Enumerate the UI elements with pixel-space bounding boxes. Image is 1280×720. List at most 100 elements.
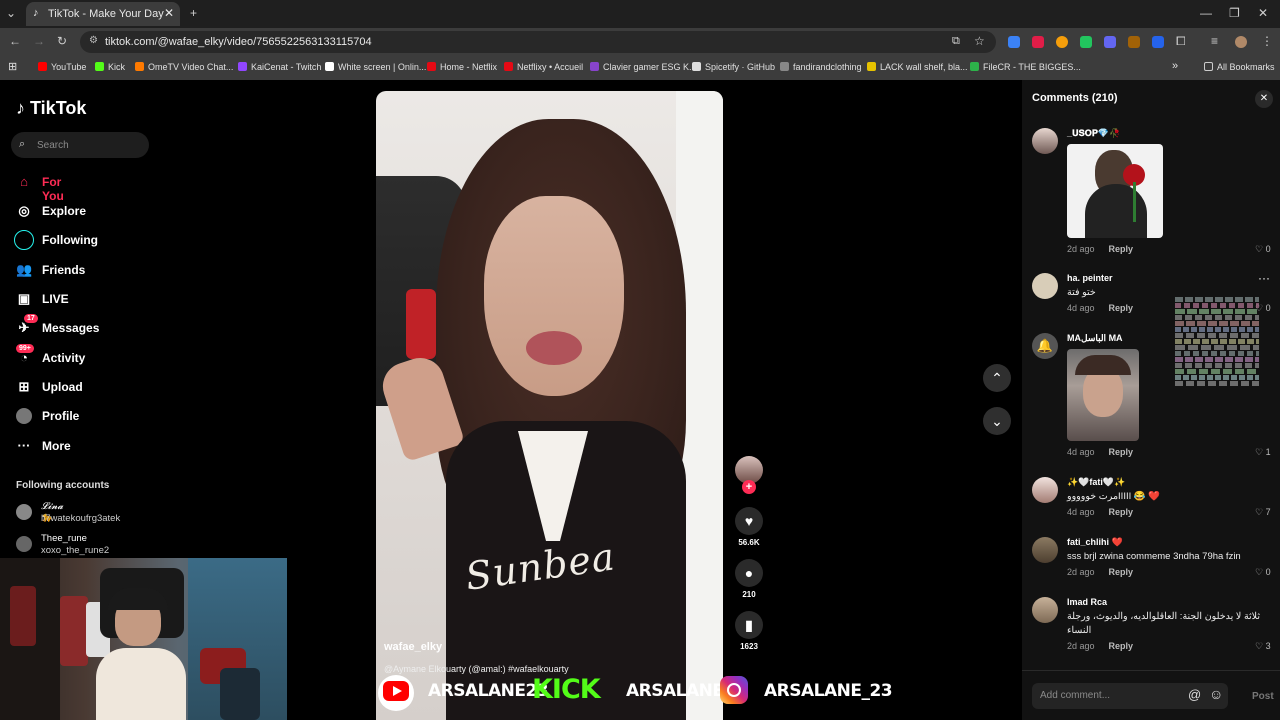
extension-icon[interactable]	[1008, 36, 1020, 48]
extension-icon[interactable]	[1080, 36, 1092, 48]
reply-button[interactable]: Reply	[1109, 244, 1134, 254]
comment-username[interactable]: ✨🤍fati🤍✨	[1067, 477, 1125, 488]
more-bookmarks-icon[interactable]: »	[1172, 60, 1178, 72]
site-info-icon[interactable]: ⚙	[89, 35, 98, 46]
heart-outline-icon: ♡	[1255, 567, 1264, 577]
browser-toolbar: ← → ↻ ⚙ tiktok.com/@wafae_elky/video/756…	[0, 28, 1280, 56]
bookmark-netflix[interactable]: Home - Netflix	[427, 62, 497, 72]
comment-button[interactable]: ● 210	[735, 559, 763, 599]
video-author[interactable]: wafae_elky	[384, 641, 442, 653]
window-close-icon[interactable]: ✕	[1258, 6, 1268, 20]
save-button[interactable]: ▮ 1623	[735, 611, 763, 651]
bookmark-star-icon[interactable]: ☆	[974, 34, 985, 48]
bookmark-white-screen[interactable]: White screen | Onlin...	[325, 62, 426, 72]
comment-like-button[interactable]: ♡ 0	[1255, 244, 1271, 255]
previous-video-button[interactable]: ⌃	[983, 364, 1011, 392]
comment-like-button[interactable]: ♡ 7	[1255, 507, 1271, 518]
avatar[interactable]	[1032, 273, 1058, 299]
tiktok-logo[interactable]: ♪ TikTok	[16, 98, 86, 119]
minimize-icon[interactable]: —	[1200, 6, 1212, 20]
bookmark-filecr[interactable]: FileCR - THE BIGGES...	[970, 62, 1081, 72]
kick-handle: ARSALANE1	[626, 681, 735, 701]
avatar[interactable]	[1032, 537, 1058, 563]
bookmark-lack-shelf[interactable]: LACK wall shelf, bla...	[867, 62, 968, 72]
comment-like-button[interactable]: ♡ 1	[1255, 447, 1271, 458]
stream-social-banner: ARSALANE23 KICK ARSALANE1 ARSALANE_23	[376, 672, 893, 711]
bookmark-youtube[interactable]: YouTube	[38, 62, 86, 72]
new-tab-button[interactable]: +	[190, 6, 197, 20]
bookmark-clavier[interactable]: Clavier gamer ESG K...	[590, 62, 697, 72]
reply-button[interactable]: Reply	[1109, 641, 1134, 651]
heart-outline-icon: ♡	[1255, 507, 1264, 517]
extension-icon[interactable]	[1104, 36, 1116, 48]
back-icon[interactable]: ←	[9, 34, 21, 48]
extension-icon[interactable]	[1152, 36, 1164, 48]
netflixy-favicon-icon	[504, 62, 513, 71]
tab-close-icon[interactable]: ✕	[164, 6, 174, 20]
reply-button[interactable]: Reply	[1109, 303, 1134, 313]
avatar[interactable]	[1032, 597, 1058, 623]
address-bar[interactable]: ⚙ tiktok.com/@wafae_elky/video/756552256…	[80, 31, 996, 53]
reply-button[interactable]: Reply	[1109, 447, 1134, 457]
like-button[interactable]: ♥ 56.6K	[735, 507, 763, 547]
avatar[interactable]	[1032, 477, 1058, 503]
install-app-icon[interactable]: ⧉	[952, 35, 960, 48]
author-avatar-button[interactable]: +	[735, 456, 763, 494]
reply-button[interactable]: Reply	[1109, 567, 1134, 577]
comment-username[interactable]: MAالباسل MA	[1067, 333, 1123, 344]
comment-meta: 2d ago Reply	[1067, 641, 1134, 651]
browser-tab[interactable]: ♪ TikTok - Make Your Day ✕	[26, 2, 180, 26]
bookmark-kick[interactable]: Kick	[95, 62, 125, 72]
comment-meta: 4d ago Reply	[1067, 507, 1134, 517]
compass-icon: ◎	[18, 203, 30, 218]
bookmark-netflixy[interactable]: Netflixy • Accueil	[504, 62, 583, 72]
browser-menu-icon[interactable]: ⋮	[1261, 34, 1273, 48]
comment-text: ختو فتة	[1067, 287, 1096, 298]
reload-icon[interactable]: ↻	[57, 34, 67, 48]
follow-plus-icon[interactable]: +	[742, 480, 756, 494]
extensions-puzzle-icon[interactable]: ⧠	[1176, 34, 1186, 49]
folder-icon	[1204, 62, 1213, 71]
comment-like-button[interactable]: ♡ 0	[1255, 567, 1271, 578]
mention-icon[interactable]: @	[1188, 687, 1201, 702]
live-icon: ▣	[17, 291, 31, 306]
next-video-button[interactable]: ⌄	[983, 407, 1011, 435]
post-button[interactable]: Post	[1252, 691, 1274, 702]
tab-search-list-icon[interactable]: ≡	[1211, 34, 1218, 48]
heart-icon: ♥	[735, 507, 763, 535]
extension-icon[interactable]	[1056, 36, 1068, 48]
restore-icon[interactable]: ❐	[1229, 6, 1240, 20]
profile-avatar-icon[interactable]	[1235, 36, 1247, 48]
comments-title: Comments (210)	[1032, 92, 1118, 104]
emoji-icon[interactable]: ☺	[1209, 686, 1223, 702]
search-input[interactable]: ⌕ Search	[11, 132, 149, 158]
extension-icon[interactable]	[1032, 36, 1044, 48]
video-player[interactable]: Sunbea	[376, 91, 723, 720]
comment-username[interactable]: _𝐔𝐒𝐎𝐏💎🥀	[1067, 128, 1120, 139]
comment-username[interactable]: ha. peinter	[1067, 273, 1113, 283]
comment-photo	[1067, 349, 1139, 441]
more-icon: ···	[17, 438, 31, 453]
tab-search-icon[interactable]: ⌄	[6, 6, 16, 20]
comment-like-button[interactable]: ♡ 3	[1255, 641, 1271, 652]
forward-icon[interactable]: →	[33, 34, 45, 48]
comment-text-continued: النساء	[1067, 625, 1092, 636]
bookmark-ometv[interactable]: OmeTV Video Chat...	[135, 62, 233, 72]
apps-grid-icon[interactable]: ⊞	[8, 60, 17, 73]
bookmark-fandir[interactable]: fandirandclothing	[780, 62, 862, 72]
comment-more-icon[interactable]: ···	[1258, 271, 1270, 285]
close-comments-button[interactable]: ✕	[1255, 90, 1273, 108]
bookmark-twitch[interactable]: KaiCenat - Twitch	[238, 62, 321, 72]
reply-button[interactable]: Reply	[1109, 507, 1134, 517]
tab-title: TikTok - Make Your Day	[48, 8, 164, 20]
tiktok-note-icon: ♪	[16, 98, 25, 118]
avatar[interactable]	[1032, 128, 1058, 154]
bookmark-spicetify[interactable]: Spicetify · GitHub	[692, 62, 775, 72]
extension-icon[interactable]	[1128, 36, 1140, 48]
home-icon: ⌂	[20, 174, 28, 189]
comment-username[interactable]: Imad Rca	[1067, 597, 1107, 607]
all-bookmarks-button[interactable]: All Bookmarks	[1204, 62, 1275, 72]
bell-avatar-icon[interactable]: 🔔	[1032, 333, 1058, 359]
comment-username[interactable]: fati_chlihi ❤️	[1067, 537, 1123, 548]
following-icon	[14, 230, 34, 250]
